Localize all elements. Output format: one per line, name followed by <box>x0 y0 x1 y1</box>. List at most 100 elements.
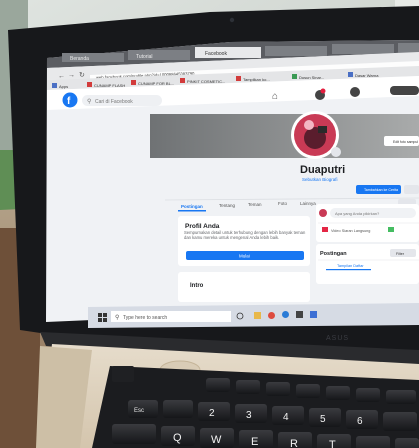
reload-icon[interactable]: ↻ <box>79 72 85 79</box>
laptop-brand: ASUS <box>326 335 349 342</box>
bookmark-label: Dasar Warna <box>355 73 379 78</box>
key-tab[interactable] <box>112 424 156 444</box>
key-q[interactable]: Q <box>161 426 195 446</box>
intro-title: Intro <box>190 283 204 289</box>
key-u[interactable] <box>395 438 419 448</box>
taskbar: ⚲ Type here to search <box>88 303 419 328</box>
posts-filter-label: Filter <box>396 252 405 256</box>
tab-3-label: Facebook <box>205 51 227 57</box>
key-5[interactable]: 5 <box>309 408 341 427</box>
key-1[interactable] <box>163 400 193 418</box>
tab-label: Postingan <box>181 204 203 209</box>
bookmark-item[interactable]: PINKIT COSMETIC... <box>180 78 225 84</box>
account-button[interactable] <box>390 86 419 95</box>
bookmark-label: PINKIT COSMETIC... <box>187 79 225 84</box>
key-6-label: 6 <box>357 416 363 427</box>
bookmark-label: CUNAMP FOR BL... <box>138 81 174 86</box>
taskbar-app-mail[interactable] <box>310 311 317 318</box>
cover-edit-button[interactable]: Edit foto sampul <box>384 136 419 146</box>
profile-subtitle: Sebutkan Biografi <box>302 177 338 182</box>
bookmark-label: Dusun Sinar... <box>299 75 324 80</box>
key-t-label: T <box>329 439 336 448</box>
screen: Beranda Tutorial Facebook ← → ↻ web.face… <box>46 40 419 325</box>
key-r[interactable]: R <box>278 432 312 448</box>
intro-card: Intro <box>178 272 310 302</box>
key[interactable] <box>266 382 290 396</box>
key-e-label: E <box>251 436 258 448</box>
back-icon[interactable]: ← <box>58 73 65 80</box>
tab-1-label: Beranda <box>70 56 89 62</box>
browser-tab-active[interactable]: Facebook <box>195 47 261 58</box>
tab-lainnya[interactable]: Lainnya <box>300 201 316 206</box>
tab-tentang[interactable]: Tentang <box>219 203 236 208</box>
posts-title: Postingan <box>320 251 347 257</box>
usb-port <box>112 366 134 382</box>
key-y[interactable] <box>356 436 390 448</box>
profile-name: Duaputri <box>300 164 345 176</box>
bookmark-item[interactable]: CUNAMP FOR BL... <box>131 80 174 86</box>
taskbar-app-chrome[interactable] <box>268 312 275 319</box>
browser-tab[interactable]: Beranda <box>62 53 124 62</box>
tab-2-label: Tutorial <box>136 54 153 60</box>
add-story-button[interactable]: Tambahkan ke Cerita <box>356 185 401 194</box>
forward-icon[interactable]: → <box>68 72 75 79</box>
posts-card: Postingan Filter Tampilan Daftar <box>316 244 419 284</box>
taskbar-search-placeholder: Type here to search <box>123 315 167 321</box>
key[interactable] <box>326 386 350 400</box>
bookmark-label: Tampilkan ko... <box>243 77 270 82</box>
card-start-button[interactable]: Mulai <box>186 251 304 260</box>
key[interactable] <box>296 384 320 398</box>
key-6[interactable]: 6 <box>346 410 378 429</box>
key-q-label: Q <box>173 432 182 444</box>
cover-edit-label: Edit foto sampul <box>393 140 418 144</box>
card-button-label: Mulai <box>239 254 250 259</box>
key-r-label: R <box>290 438 298 448</box>
cover-photo <box>150 114 419 158</box>
post-composer: Apa yang Anda pikirkan? Video Siaran Lan… <box>316 204 419 242</box>
photo-video-button[interactable] <box>388 227 394 232</box>
taskbar-search[interactable]: ⚲ Type here to search <box>111 311 231 322</box>
card-title: Profil Anda <box>185 223 220 230</box>
key-3-label: 3 <box>246 410 252 421</box>
tab-postingan[interactable]: Postingan <box>178 204 206 212</box>
add-story-label: Tambahkan ke Cerita <box>364 188 398 192</box>
key-t[interactable]: T <box>317 434 351 448</box>
facebook-search[interactable]: ⚲ Cari di Facebook <box>82 95 162 106</box>
card-text: Sempurnakan detail untuk terhubung denga… <box>184 230 306 240</box>
search-icon: ⚲ <box>87 98 91 105</box>
key-3[interactable]: 3 <box>235 404 267 423</box>
home-icon[interactable]: ⌂ <box>272 91 278 102</box>
tab-foto[interactable]: Foto <box>278 201 288 206</box>
webcam <box>229 17 235 23</box>
key[interactable] <box>356 388 380 402</box>
key-4[interactable]: 4 <box>272 406 304 425</box>
composer-avatar <box>319 209 327 217</box>
taskbar-app-explorer[interactable] <box>254 312 261 319</box>
composer-placeholder: Apa yang Anda pikirkan? <box>335 211 380 216</box>
taskbar-app-store[interactable] <box>296 311 303 318</box>
key-4-label: 4 <box>283 412 289 423</box>
key-esc-label: Esc <box>134 408 144 414</box>
taskbar-search-icon: ⚲ <box>115 314 119 321</box>
key-w-label: W <box>211 434 222 446</box>
composer-input[interactable]: Apa yang Anda pikirkan? <box>330 208 416 218</box>
messenger-icon[interactable] <box>350 87 360 97</box>
key-7[interactable] <box>383 412 417 431</box>
live-video-label: Video Siaran Langsung <box>331 229 370 233</box>
bookmark-label: Apps <box>59 84 68 89</box>
key-2[interactable]: 2 <box>198 402 230 421</box>
profile-card: Profil Anda Sempurnakan detail untuk ter… <box>178 216 310 266</box>
search-placeholder: Cari di Facebook <box>95 99 133 105</box>
posts-filter-button[interactable]: Filter <box>390 249 416 257</box>
key[interactable] <box>386 390 416 404</box>
key-5-label: 5 <box>320 414 326 425</box>
key-2-label: 2 <box>209 408 215 419</box>
edit-profile-button[interactable] <box>404 185 419 194</box>
key-e[interactable]: E <box>239 430 273 448</box>
key[interactable] <box>206 378 230 392</box>
key[interactable] <box>236 380 260 394</box>
browser-tab[interactable]: Tutorial <box>128 50 190 60</box>
taskbar-app-edge[interactable] <box>282 311 289 318</box>
key-w[interactable]: W <box>200 428 234 448</box>
tab-teman[interactable]: Teman <box>248 202 262 207</box>
